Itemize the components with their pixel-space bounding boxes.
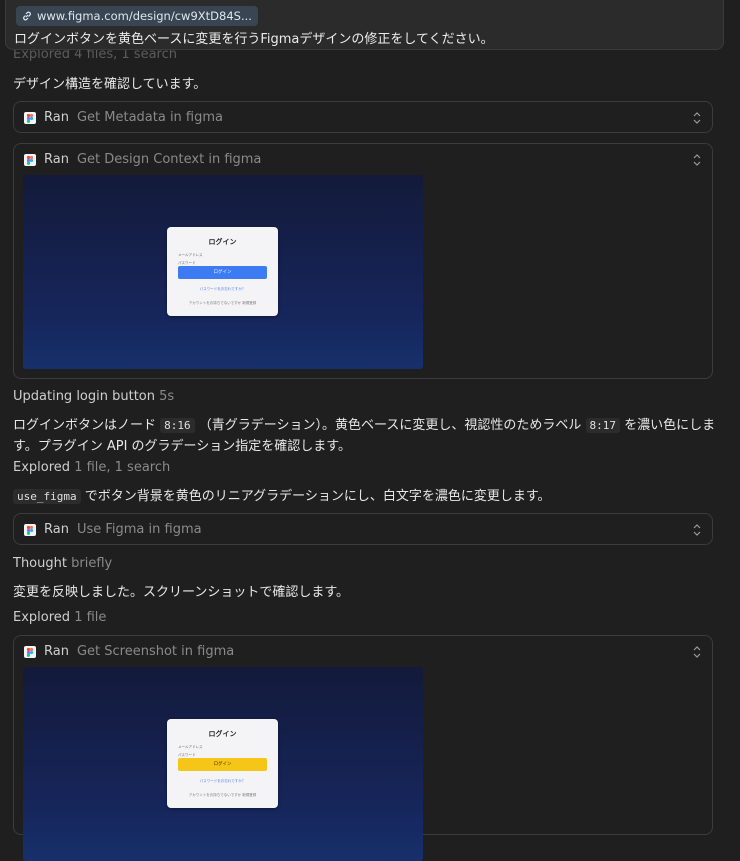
expand-collapse-icon[interactable] <box>692 523 702 537</box>
login-card: ログイン メールアドレス パスワード ログイン パスワードをお忘れですか？ アカ… <box>167 719 278 808</box>
tool-name: Get Metadata in figma <box>76 110 223 125</box>
url-chip[interactable]: www.figma.com/design/cw9XtD84S... <box>16 6 258 26</box>
ran-label: Ran <box>44 110 69 125</box>
user-prompt: www.figma.com/design/cw9XtD84S... ログインボタ… <box>5 0 724 50</box>
login-button-preview: ログイン <box>178 758 267 771</box>
expand-collapse-icon[interactable] <box>692 153 702 167</box>
node-id-code: 8:16 <box>160 418 195 433</box>
email-label: メールアドレス <box>178 745 203 749</box>
tool-name: Get Design Context in figma <box>76 152 262 167</box>
thought-label: Thought <box>13 556 67 571</box>
step-duration: 5s <box>159 389 175 404</box>
explored-label: Explored <box>13 610 71 625</box>
status-message: デザイン構造を確認しています。 <box>13 77 207 92</box>
expand-collapse-icon[interactable] <box>692 111 702 125</box>
tool-call-use-figma[interactable]: Ran Use Figma in figma <box>13 513 713 545</box>
node-id-code: 8:17 <box>585 418 621 433</box>
para-text: を濃い色にしま <box>624 418 716 433</box>
signup-text: アカウントをお持ちでないですか 新規登録 <box>188 793 257 797</box>
figma-icon <box>24 645 36 658</box>
para-text: でボタン背景を黄色のリニアグラデーションにし、白文字を濃色に変更します。 <box>84 489 551 504</box>
tool-name: Get Screenshot in figma <box>76 644 235 659</box>
design-preview-image: ログイン メールアドレス パスワード ログイン パスワードをお忘れですか？ アカ… <box>23 175 423 369</box>
para-text: （青グラデーション）。黄色ベースに変更し、視認性のためラベル <box>198 418 582 433</box>
prompt-text: ログインボタンを黄色ベースに変更を行うFigmaデザインの修正をしてください。 <box>14 32 494 47</box>
email-label: メールアドレス <box>178 253 203 257</box>
tool-call-get-screenshot[interactable]: Ran Get Screenshot in figma ログイン メールアドレス… <box>13 635 713 861</box>
screenshot-preview-image: ログイン メールアドレス パスワード ログイン パスワードをお忘れですか？ アカ… <box>23 667 423 861</box>
ran-label: Ran <box>44 152 69 167</box>
ran-label: Ran <box>44 644 69 659</box>
expand-collapse-icon[interactable] <box>692 645 702 659</box>
url-text: www.figma.com/design/cw9XtD84S... <box>37 9 252 23</box>
explored-label: Explored <box>13 460 71 475</box>
link-icon <box>23 11 31 21</box>
tool-call-get-metadata[interactable]: Ran Get Metadata in figma <box>13 101 713 133</box>
thought-summary[interactable]: Thought briefly <box>13 556 112 571</box>
login-card: ログイン メールアドレス パスワード ログイン パスワードをお忘れですか？ アカ… <box>167 227 278 316</box>
explored-detail: 1 file <box>74 610 107 625</box>
step-updating-login-button: Updating login button 5s <box>13 389 174 404</box>
plan-paragraph: use_figma でボタン背景を黄色のリニアグラデーションにし、白文字を濃色に… <box>13 485 551 504</box>
status-message: 変更を反映しました。スクリーンショットで確認します。 <box>13 585 350 600</box>
signup-text: アカウントをお持ちでないですか 新規登録 <box>188 301 257 305</box>
forgot-password-link: パスワードをお忘れですか？ <box>199 779 246 783</box>
ran-label: Ran <box>44 522 69 537</box>
analysis-paragraph-line2: す。プラグイン API のグラデーション指定を確認します。 <box>13 439 351 454</box>
para-text: ログインボタンはノード <box>13 418 157 433</box>
analysis-paragraph-line1: ログインボタンはノード 8:16 （青グラデーション）。黄色ベースに変更し、視認… <box>13 414 715 433</box>
explored-summary[interactable]: Explored 1 file, 1 search <box>13 460 170 475</box>
thought-detail: briefly <box>71 556 113 571</box>
login-title: ログイン <box>208 730 237 738</box>
explored-detail: 1 file, 1 search <box>74 460 171 475</box>
figma-icon <box>24 111 36 124</box>
login-button-preview: ログイン <box>178 266 267 279</box>
tool-call-get-design-context[interactable]: Ran Get Design Context in figma ログイン メール… <box>13 143 713 379</box>
tool-name: Use Figma in figma <box>76 522 202 537</box>
tool-code: use_figma <box>13 489 81 504</box>
explored-summary[interactable]: Explored 1 file <box>13 610 106 625</box>
step-label: Updating login button <box>13 389 155 404</box>
login-title: ログイン <box>208 238 237 246</box>
figma-icon <box>24 523 36 536</box>
figma-icon <box>24 153 36 166</box>
forgot-password-link: パスワードをお忘れですか？ <box>199 287 246 291</box>
